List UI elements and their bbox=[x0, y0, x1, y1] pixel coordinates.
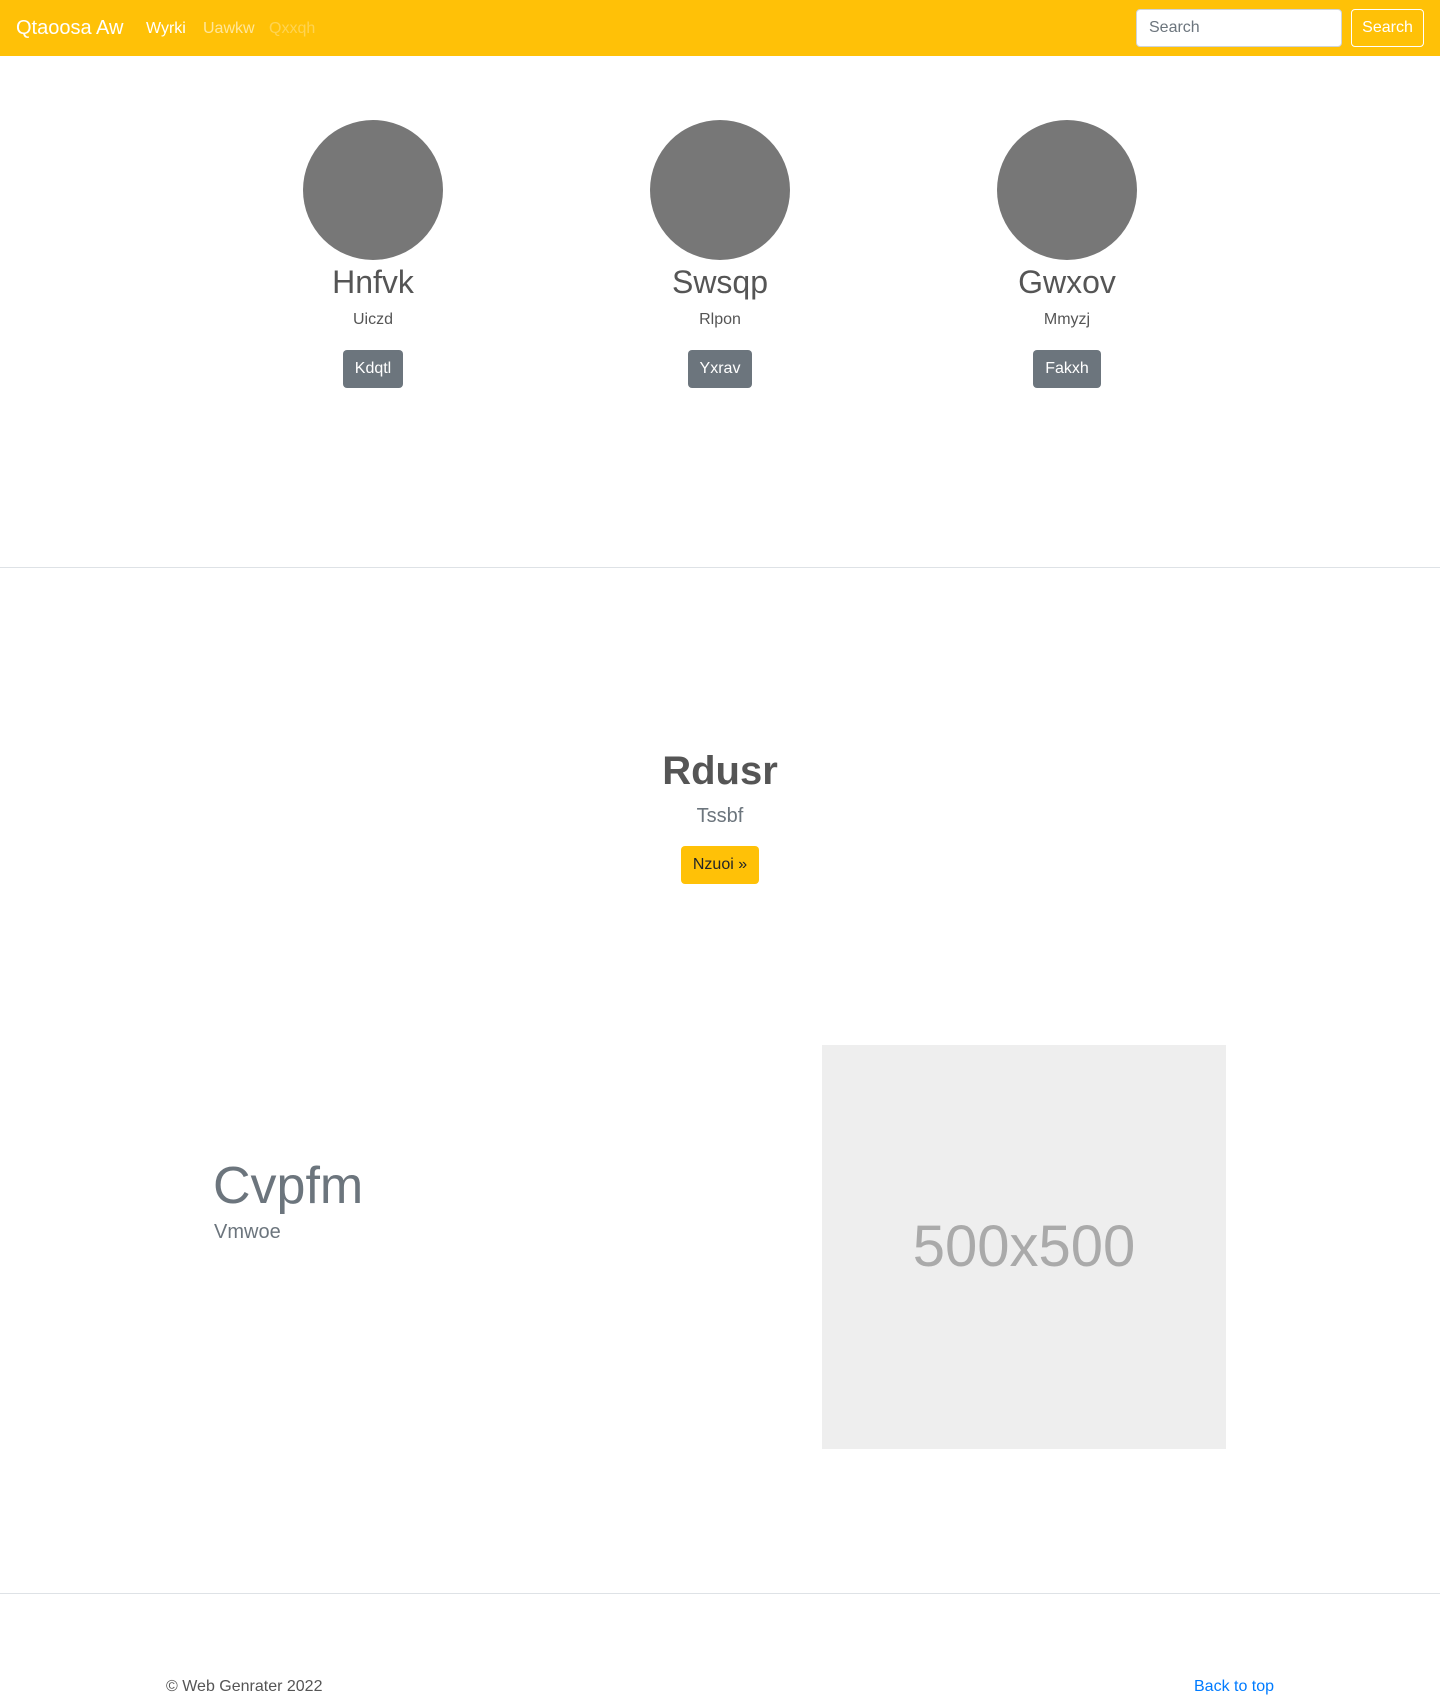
team-card: Gwxov Mmyzj Fakxh bbox=[947, 120, 1187, 388]
avatar bbox=[650, 120, 790, 260]
feature-subtitle: Vmwoe bbox=[214, 1221, 281, 1243]
card-name: Swsqp bbox=[671, 264, 769, 300]
hero-title: Rdusr bbox=[662, 749, 778, 793]
footer-copyright: © Web Genrater 2022 bbox=[166, 1678, 323, 1695]
card-button[interactable]: Yxrav bbox=[687, 350, 753, 388]
search-input[interactable] bbox=[1136, 9, 1342, 47]
team-card: Hnfvk Uiczd Kdqtl bbox=[253, 120, 493, 388]
nav-link-qxxqh: Qxxqh bbox=[269, 20, 316, 37]
nav-link-wyrki[interactable]: Wyrki bbox=[146, 18, 186, 40]
hero-subtitle: Tssbf bbox=[696, 805, 744, 827]
card-role: Rlpon bbox=[699, 311, 741, 328]
hero-button[interactable]: Nzuoi » bbox=[680, 846, 760, 884]
placeholder-image-label: 500x500 bbox=[912, 1214, 1136, 1279]
card-button[interactable]: Kdqtl bbox=[342, 350, 404, 388]
footer-divider bbox=[0, 1593, 1440, 1594]
card-role: Mmyzj bbox=[1043, 311, 1091, 328]
hero-section: Rdusr Tssbf Nzuoi » bbox=[0, 744, 1440, 884]
navbar: Qtaoosa Aw Wyrki Uawkw Qxxqh Search bbox=[0, 0, 1440, 56]
avatar bbox=[997, 120, 1137, 260]
section-divider bbox=[0, 567, 1440, 568]
card-role: Uiczd bbox=[352, 311, 393, 328]
card-name: Hnfvk bbox=[332, 264, 414, 300]
card-name: Gwxov bbox=[1018, 264, 1116, 300]
placeholder-image: 500x500 bbox=[822, 1045, 1226, 1449]
team-card: Swsqp Rlpon Yxrav bbox=[600, 120, 840, 388]
card-button[interactable]: Fakxh bbox=[1033, 350, 1101, 388]
search-button[interactable]: Search bbox=[1351, 9, 1424, 47]
back-to-top-link[interactable]: Back to top bbox=[1194, 1677, 1274, 1697]
feature-title: Cvpfm bbox=[213, 1157, 364, 1215]
nav-link-uawkw[interactable]: Uawkw bbox=[203, 18, 255, 40]
avatar bbox=[303, 120, 443, 260]
brand-link[interactable]: Qtaoosa Aw bbox=[16, 15, 123, 41]
